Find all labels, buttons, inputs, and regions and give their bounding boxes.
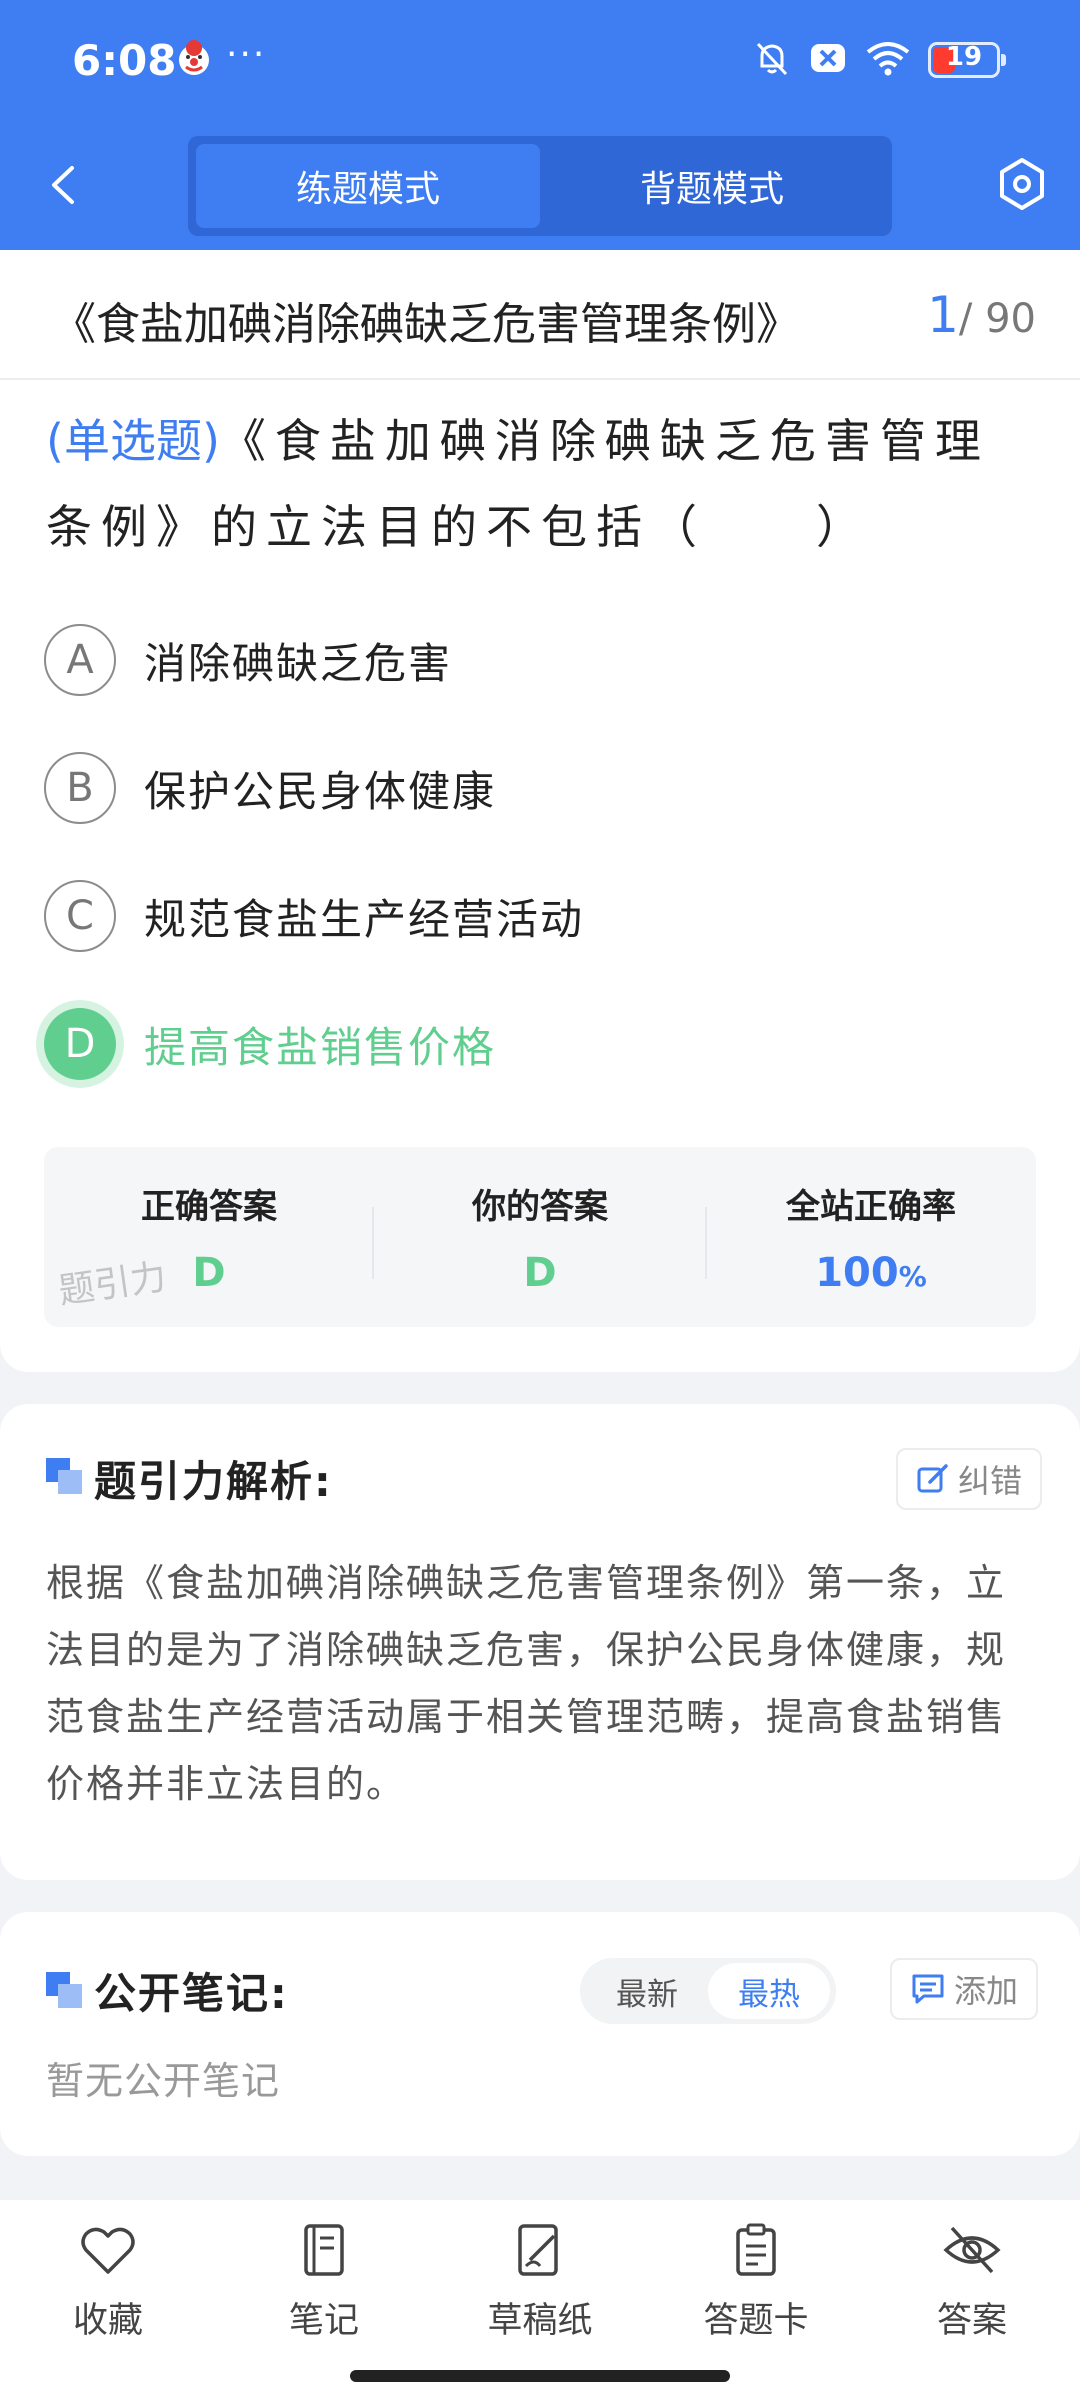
sort-hottest[interactable]: 最热 bbox=[708, 1963, 830, 2019]
battery-level: 19 bbox=[945, 42, 983, 72]
show-answer-label: 答案 bbox=[936, 2301, 1007, 2341]
accuracy-label: 全站正确率 bbox=[786, 1187, 956, 1227]
option-b[interactable]: B 保护公民身体健康 bbox=[44, 750, 496, 826]
notes-label: 笔记 bbox=[288, 2301, 359, 2341]
analysis-title: 题引力解析: bbox=[94, 1457, 333, 1506]
wifi-icon bbox=[864, 38, 912, 82]
eye-off-icon bbox=[943, 2226, 1001, 2274]
report-error-label: 纠错 bbox=[958, 1462, 1023, 1500]
add-note-button[interactable]: 添加 bbox=[890, 1958, 1039, 2020]
option-text: 消除碘缺乏危害 bbox=[144, 638, 453, 688]
current-question-number: 1 bbox=[927, 286, 959, 344]
favorite-button[interactable]: 收藏 bbox=[28, 2222, 188, 2343]
answer-card-icon bbox=[736, 2223, 776, 2276]
favorite-label: 收藏 bbox=[72, 2301, 143, 2341]
notes-sort-toggle: 最新 最热 bbox=[580, 1958, 836, 2024]
clown-app-icon bbox=[174, 38, 214, 78]
notes-title: 公开笔记: bbox=[94, 1969, 289, 2018]
analysis-text: 根据《食盐加碘消除碘缺乏危害管理条例》第一条，立法目的是为了消除碘缺乏危害，保护… bbox=[46, 1561, 1007, 1806]
tab-practice-mode[interactable]: 练题模式 bbox=[196, 144, 540, 228]
sort-latest[interactable]: 最新 bbox=[586, 1963, 708, 2019]
add-note-label: 添加 bbox=[954, 1972, 1019, 2010]
notes-button[interactable]: 笔记 bbox=[244, 2222, 404, 2343]
status-bar: 6:08 ··· 19 bbox=[0, 0, 1080, 125]
section-squares-icon bbox=[46, 1458, 84, 1496]
option-a[interactable]: A 消除碘缺乏危害 bbox=[44, 622, 452, 698]
option-d[interactable]: D 提高食盐销售价格 bbox=[44, 1006, 496, 1082]
total-questions: / 90 bbox=[958, 296, 1036, 342]
empty-notes-message: 暂无公开笔记 bbox=[46, 2059, 281, 2103]
settings-button[interactable] bbox=[996, 156, 1048, 212]
draft-paper-label: 草稿纸 bbox=[487, 2301, 593, 2341]
analysis-card: 题引力解析: 纠错 根据《食盐加碘消除碘缺乏危害管理条例》第一条，立法目的是为了… bbox=[0, 1404, 1080, 1880]
more-notifications-icon: ··· bbox=[226, 34, 267, 75]
home-indicator[interactable] bbox=[350, 2370, 730, 2382]
notebook-icon bbox=[304, 2224, 344, 2276]
report-error-button[interactable]: 纠错 bbox=[896, 1448, 1043, 1510]
option-text: 规范食盐生产经营活动 bbox=[144, 894, 585, 944]
your-answer-block: 你的答案 D bbox=[375, 1147, 705, 1327]
question-card: 《食盐加碘消除碘缺乏危害管理条例》 1/ 90 (单选题)《食盐加碘消除碘缺乏危… bbox=[0, 250, 1080, 1372]
accuracy-block: 全站正确率 100% bbox=[706, 1147, 1036, 1327]
question-counter[interactable]: 1/ 90 bbox=[927, 286, 1036, 344]
comment-icon bbox=[912, 1974, 944, 2004]
battery-icon: 19 bbox=[928, 42, 1006, 78]
divider bbox=[372, 1207, 374, 1279]
app-header: 6:08 ··· 19 练题模式 背题模式 bbox=[0, 0, 1080, 250]
your-answer-value: D bbox=[523, 1250, 557, 1296]
option-text: 提高食盐销售价格 bbox=[144, 1022, 497, 1072]
answer-card-button[interactable]: 答题卡 bbox=[676, 2222, 836, 2343]
option-letter: C bbox=[44, 880, 116, 952]
show-answer-button[interactable]: 答案 bbox=[892, 2222, 1052, 2343]
your-answer-label: 你的答案 bbox=[472, 1187, 608, 1227]
question-stem: (单选题)《食盐加碘消除碘缺乏危害管理条例》的立法目的不包括（ ） bbox=[46, 398, 1036, 570]
heart-icon bbox=[81, 2227, 135, 2274]
question-type: (单选题) bbox=[46, 414, 220, 468]
accuracy-unit: % bbox=[898, 1260, 927, 1293]
answer-card-label: 答题卡 bbox=[703, 2301, 809, 2341]
option-letter: D bbox=[44, 1008, 116, 1080]
draft-paper-button[interactable]: 草稿纸 bbox=[460, 2222, 620, 2343]
option-text: 保护公民身体健康 bbox=[144, 766, 497, 816]
close-notification-icon bbox=[808, 38, 848, 82]
accuracy-value: 100% bbox=[706, 1250, 1036, 1296]
draft-icon bbox=[518, 2224, 558, 2276]
accuracy-number: 100 bbox=[815, 1250, 899, 1296]
answer-result-panel: 正确答案 D 你的答案 D 全站正确率 100% 题引力 bbox=[44, 1147, 1036, 1327]
option-letter: A bbox=[44, 624, 116, 696]
tab-memorize-mode[interactable]: 背题模式 bbox=[540, 144, 884, 228]
status-time: 6:08 bbox=[72, 36, 177, 85]
bell-muted-icon bbox=[752, 38, 792, 82]
edit-icon bbox=[917, 1464, 948, 1493]
public-notes-card: 公开笔记: 最新 最热 添加 暂无公开笔记 bbox=[0, 1912, 1080, 2156]
exam-title-row: 《食盐加碘消除碘缺乏危害管理条例》 1/ 90 bbox=[0, 250, 1080, 380]
mode-switch: 练题模式 背题模式 bbox=[188, 136, 892, 236]
option-c[interactable]: C 规范食盐生产经营活动 bbox=[44, 878, 584, 954]
hexagon-settings-icon bbox=[1000, 158, 1044, 210]
correct-answer-label: 正确答案 bbox=[141, 1187, 277, 1227]
back-button[interactable] bbox=[44, 160, 84, 210]
option-letter: B bbox=[44, 752, 116, 824]
section-squares-icon bbox=[46, 1972, 84, 2010]
exam-title: 《食盐加碘消除碘缺乏危害管理条例》 bbox=[52, 299, 800, 350]
